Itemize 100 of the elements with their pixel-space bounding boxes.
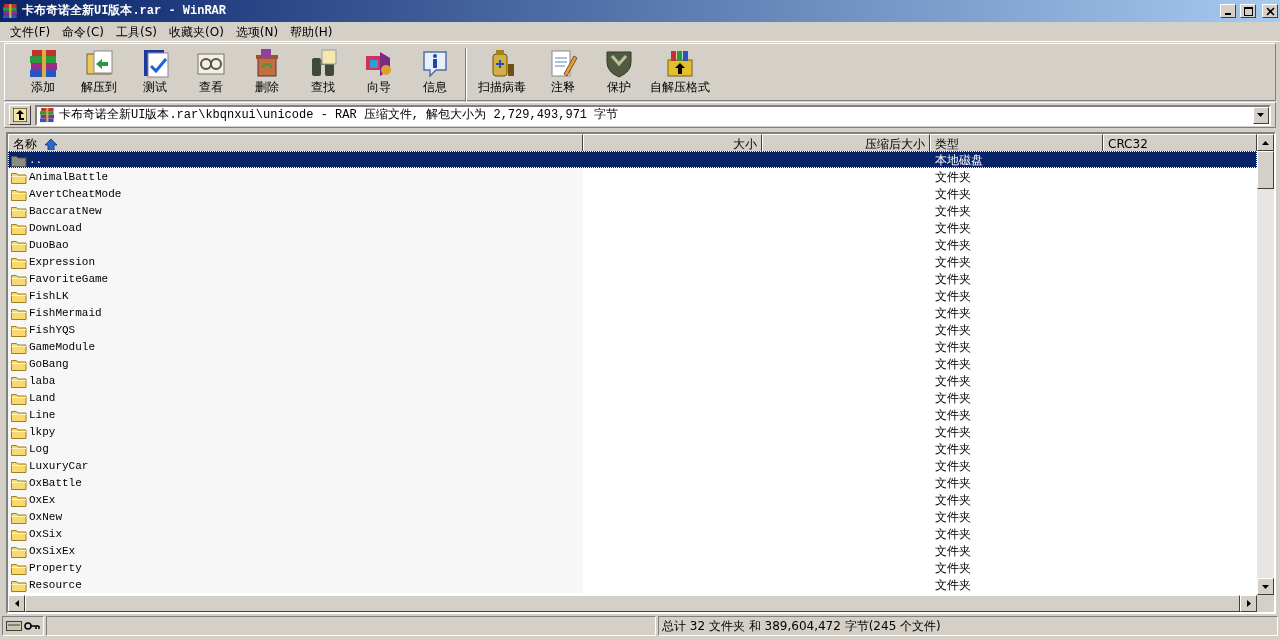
notepad-pencil-icon: [548, 48, 578, 78]
dropdown-button[interactable]: [1253, 106, 1269, 124]
file-type: 文件夹: [935, 492, 971, 509]
file-name: Land: [29, 390, 56, 406]
file-type: 文件夹: [935, 271, 971, 288]
minimize-icon: [1225, 13, 1231, 15]
column-header[interactable]: 名称: [8, 134, 583, 154]
file-row[interactable]: OxSixEx 文件夹: [8, 542, 1257, 559]
menu-item[interactable]: 命令(C): [56, 22, 110, 41]
file-type: 文件夹: [935, 577, 971, 594]
file-row[interactable]: OxSix 文件夹: [8, 525, 1257, 542]
file-name: Line: [29, 407, 56, 423]
file-type: 文件夹: [935, 424, 971, 441]
file-row[interactable]: DuoBao 文件夹: [8, 236, 1257, 253]
file-type: 文件夹: [935, 254, 971, 271]
file-row[interactable]: Land 文件夹: [8, 389, 1257, 406]
file-row[interactable]: .. 本地磁盘: [8, 151, 1257, 168]
file-row[interactable]: laba 文件夹: [8, 372, 1257, 389]
toolbar-button[interactable]: 测试: [127, 46, 183, 98]
file-row[interactable]: Resource 文件夹: [8, 576, 1257, 593]
folder-icon: [11, 578, 27, 592]
menu-item[interactable]: 收藏夹(O): [163, 22, 230, 41]
menu-item[interactable]: 帮助(H): [284, 22, 339, 41]
file-row[interactable]: GameModule 文件夹: [8, 338, 1257, 355]
file-type: 文件夹: [935, 509, 971, 526]
file-row[interactable]: LuxuryCar 文件夹: [8, 457, 1257, 474]
file-name: OxBattle: [29, 475, 82, 491]
folder-icon: [11, 442, 27, 456]
menu-item[interactable]: 工具(S): [110, 22, 163, 41]
toolbar-button[interactable]: 删除: [239, 46, 295, 98]
folder-icon: [11, 459, 27, 473]
file-name: AvertCheatMode: [29, 186, 122, 202]
close-button[interactable]: [1262, 4, 1278, 18]
toolbar-button[interactable]: 注释: [535, 46, 591, 98]
file-type: 本地磁盘: [935, 152, 983, 169]
folder-icon: [11, 272, 27, 286]
toolbar-button[interactable]: 扫描病毒: [469, 46, 535, 98]
file-type: 文件夹: [935, 543, 971, 560]
file-row[interactable]: OxEx 文件夹: [8, 491, 1257, 508]
file-name: OxEx: [29, 492, 56, 508]
right-arrow-icon: [1246, 600, 1251, 607]
file-type: 文件夹: [935, 220, 971, 237]
folder-icon: [11, 408, 27, 422]
file-name: GoBang: [29, 356, 69, 372]
file-row[interactable]: lkpy 文件夹: [8, 423, 1257, 440]
toolbar-button[interactable]: 查看: [183, 46, 239, 98]
toolbar-button[interactable]: 添加: [15, 46, 71, 98]
file-type: 文件夹: [935, 305, 971, 322]
file-row[interactable]: FishLK 文件夹: [8, 287, 1257, 304]
maximize-button[interactable]: [1240, 4, 1256, 18]
folder-icon: [11, 170, 27, 184]
folder-icon: [11, 561, 27, 575]
file-row[interactable]: OxNew 文件夹: [8, 508, 1257, 525]
toolbar-button[interactable]: 查找: [295, 46, 351, 98]
file-name: Expression: [29, 254, 95, 270]
file-row[interactable]: BaccaratNew 文件夹: [8, 202, 1257, 219]
toolbar-button[interactable]: 向导: [351, 46, 407, 98]
toolbar-button[interactable]: 保护: [591, 46, 647, 98]
file-name: FishMermaid: [29, 305, 102, 321]
file-row[interactable]: OxBattle 文件夹: [8, 474, 1257, 491]
scroll-thumb[interactable]: [1257, 151, 1274, 189]
column-header[interactable]: CRC32: [1103, 134, 1257, 154]
file-name: GameModule: [29, 339, 95, 355]
path-field[interactable]: 卡布奇诺全新UI版本.rar\kbqnxui\unicode - RAR 压缩文件, 解包大小为 2,729,493,971 字节: [35, 104, 1271, 126]
folder-icon: [11, 527, 27, 541]
folder-icon: [11, 391, 27, 405]
up-folder-button[interactable]: [9, 105, 31, 125]
column-header[interactable]: 压缩后大小: [762, 134, 930, 154]
toolbar-button[interactable]: 自解压格式: [647, 46, 713, 98]
menu-item[interactable]: 文件(F): [4, 22, 57, 41]
file-row[interactable]: AnimalBattle 文件夹: [8, 168, 1257, 185]
info-bubble-icon: [420, 48, 450, 78]
toolbar-button[interactable]: 解压到: [71, 46, 127, 98]
status-summary: 总计 32 文件夹 和 389,604,472 字节(245 个文件): [662, 618, 941, 635]
minimize-button[interactable]: [1220, 4, 1236, 18]
folder-icon: [11, 289, 27, 303]
vertical-scrollbar[interactable]: [1257, 134, 1274, 595]
sort-arrow-icon: [45, 138, 57, 150]
file-name: LuxuryCar: [29, 458, 89, 474]
file-name: OxSixEx: [29, 543, 76, 559]
file-row[interactable]: FavoriteGame 文件夹: [8, 270, 1257, 287]
file-row[interactable]: FishMermaid 文件夹: [8, 304, 1257, 321]
file-row[interactable]: Line 文件夹: [8, 406, 1257, 423]
file-type: 文件夹: [935, 560, 971, 577]
box-arrow-icon: [665, 48, 695, 78]
folder-icon: [11, 187, 27, 201]
file-row[interactable]: FishYQS 文件夹: [8, 321, 1257, 338]
file-row[interactable]: AvertCheatMode 文件夹: [8, 185, 1257, 202]
file-row[interactable]: DownLoad 文件夹: [8, 219, 1257, 236]
column-header[interactable]: 大小: [583, 134, 762, 154]
file-row[interactable]: Expression 文件夹: [8, 253, 1257, 270]
archive-icon: [39, 107, 55, 123]
column-header[interactable]: 类型: [930, 134, 1103, 154]
file-name: Property: [29, 560, 82, 576]
file-name: FishLK: [29, 288, 69, 304]
menu-item[interactable]: 选项(N): [229, 22, 285, 41]
toolbar-button[interactable]: 信息: [407, 46, 463, 98]
file-row[interactable]: GoBang 文件夹: [8, 355, 1257, 372]
file-row[interactable]: Property 文件夹: [8, 559, 1257, 576]
file-row[interactable]: Log 文件夹: [8, 440, 1257, 457]
